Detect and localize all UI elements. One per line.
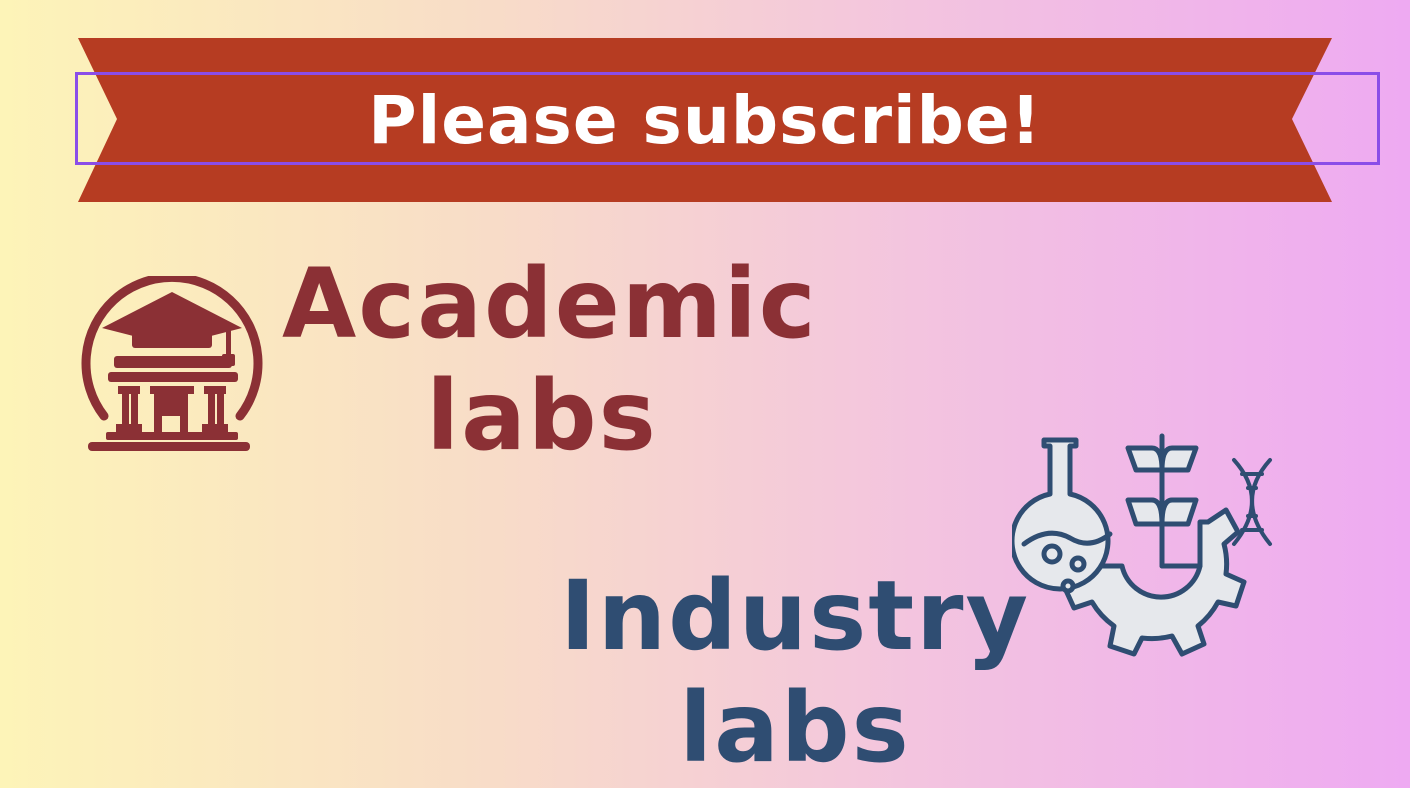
leaf-icon (1125, 445, 1165, 473)
academic-title-line2: labs (426, 360, 658, 472)
academic-title-line1: Academic (282, 248, 818, 360)
academic-labs-title: Academic labs (282, 248, 818, 472)
banner-title: Please subscribe! (368, 82, 1042, 159)
industry-labs-title: Industry labs (560, 560, 1030, 784)
industry-title-line2: labs (679, 672, 911, 784)
university-building-icon (81, 276, 263, 451)
lab-flask-plant-gear-dna-icon (1012, 433, 1272, 657)
industry-title-line1: Industry (560, 560, 1031, 672)
